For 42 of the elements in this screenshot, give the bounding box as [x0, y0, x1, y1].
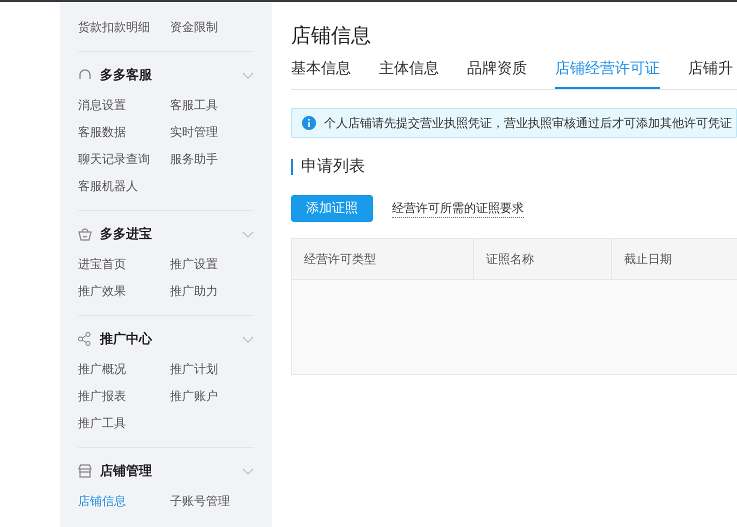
tab[interactable]: 店铺升 — [688, 56, 733, 88]
chevron-down-icon[interactable] — [242, 468, 254, 474]
sidebar-item[interactable]: 推广助力 — [170, 282, 218, 300]
sidebar-item[interactable]: 客服机器人 — [78, 176, 138, 194]
sidebar-section-title[interactable]: 多多客服 — [100, 65, 152, 85]
sidebar-item[interactable]: 聊天记录查询 — [78, 150, 150, 168]
column-header: 证照名称 — [486, 250, 534, 268]
chevron-down-icon[interactable] — [242, 230, 254, 238]
section-title: 申请列表 — [301, 156, 365, 176]
tab[interactable]: 店铺经营许可证 — [555, 56, 660, 88]
sidebar-item[interactable]: 推广概况 — [78, 360, 126, 378]
requirements-link[interactable]: 经营许可所需的证照要求 — [392, 198, 524, 218]
sidebar-item[interactable]: 进宝首页 — [78, 254, 126, 272]
sidebar-item[interactable]: 消息设置 — [78, 96, 126, 114]
sidebar-item[interactable]: 推广账户 — [170, 386, 218, 404]
share-icon — [78, 332, 91, 346]
sidebar-item[interactable]: 推广工具 — [78, 414, 126, 432]
sidebar-item[interactable]: 服务助手 — [170, 150, 218, 168]
tab[interactable]: 基本信息 — [291, 56, 351, 88]
page-title: 店铺信息 — [291, 24, 372, 49]
sidebar-section-title[interactable]: 推广中心 — [100, 329, 152, 349]
sidebar-section-title[interactable]: 店铺管理 — [100, 461, 152, 481]
sidebar-item[interactable]: 推广报表 — [78, 386, 126, 404]
sidebar-item[interactable]: 客服数据 — [78, 122, 126, 140]
sidebar-section-title[interactable]: 多多进宝 — [100, 224, 152, 244]
sidebar-item[interactable]: 资金限制 — [170, 18, 218, 36]
sidebar-item[interactable]: 货款扣款明细 — [78, 18, 150, 36]
tab[interactable]: 品牌资质 — [467, 56, 527, 88]
notice-text: 个人店铺请先提交营业执照凭证，营业执照审核通过后才可添加其他许可凭证 — [324, 114, 732, 132]
sidebar-item[interactable]: 子账号管理 — [170, 492, 230, 510]
sidebar-item[interactable]: 推广效果 — [78, 282, 126, 300]
sidebar-item[interactable]: 客服工具 — [170, 96, 218, 114]
sidebar-item[interactable]: 实时管理 — [170, 122, 218, 140]
chevron-down-icon[interactable] — [242, 72, 254, 78]
info-icon — [302, 116, 316, 130]
column-header: 截止日期 — [624, 250, 672, 268]
tab[interactable]: 主体信息 — [379, 56, 439, 88]
sidebar-item[interactable]: 推广设置 — [170, 254, 218, 272]
sidebar-item[interactable]: 推广计划 — [170, 360, 218, 378]
chevron-down-icon[interactable] — [242, 336, 254, 342]
store-icon — [78, 464, 92, 478]
column-header: 经营许可类型 — [304, 250, 376, 268]
